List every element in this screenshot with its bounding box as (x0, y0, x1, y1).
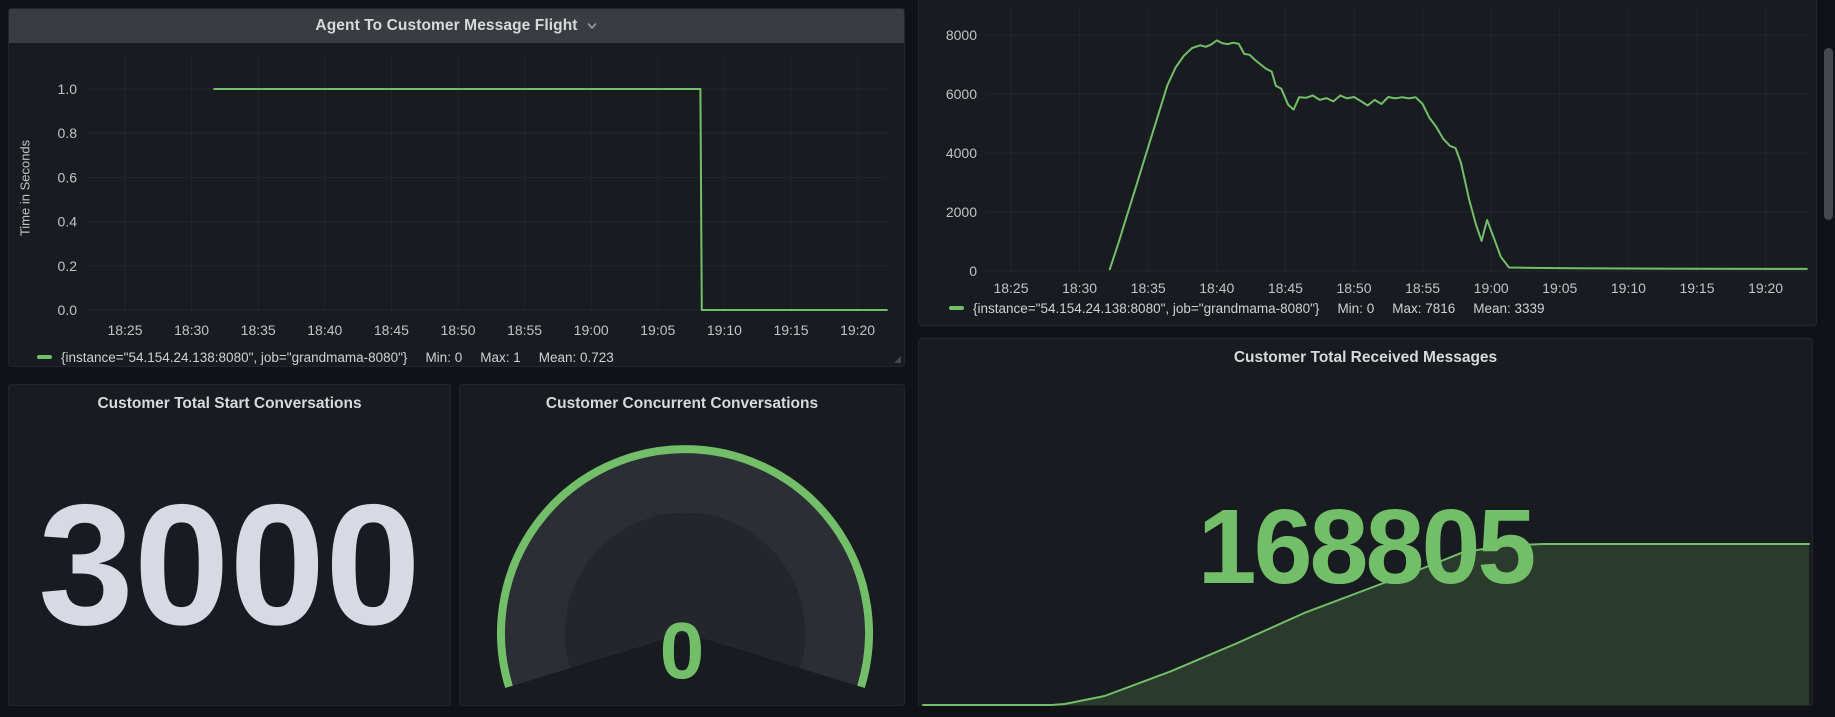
rate-chart-plot[interactable]: 18:25 18:30 18:35 18:40 18:45 18:50 18:55 19:00… (919, 0, 1818, 298)
panel-customer-total-received-messages: Customer Total Received Messages 168805 (918, 338, 1813, 706)
svg-text:0: 0 (969, 263, 977, 279)
svg-text:19:00: 19:00 (574, 322, 609, 338)
panel-customer-concurrent-conversations: Customer Concurrent Conversations 0 (459, 384, 905, 706)
svg-text:18:40: 18:40 (1199, 280, 1234, 296)
svg-text:19:10: 19:10 (1611, 280, 1646, 296)
panel-resize-handle[interactable] (894, 356, 901, 363)
panel-header-flight[interactable]: Agent To Customer Message Flight (9, 9, 904, 43)
svg-text:8000: 8000 (946, 27, 977, 43)
legend-series-name[interactable]: {instance="54.154.24.138:8080", job="gra… (973, 301, 1319, 316)
legend-max: Max: 7816 (1392, 301, 1455, 316)
svg-text:18:50: 18:50 (440, 322, 475, 338)
svg-text:0.4: 0.4 (58, 214, 78, 230)
svg-text:0.8: 0.8 (58, 125, 78, 141)
svg-text:18:40: 18:40 (307, 322, 342, 338)
svg-text:18:55: 18:55 (1405, 280, 1440, 296)
svg-text:0.6: 0.6 (58, 169, 78, 185)
svg-text:19:20: 19:20 (840, 322, 875, 338)
svg-text:18:35: 18:35 (1131, 280, 1166, 296)
svg-text:19:00: 19:00 (1474, 280, 1509, 296)
svg-text:2000: 2000 (946, 204, 977, 220)
svg-text:19:10: 19:10 (707, 322, 742, 338)
svg-text:6000: 6000 (946, 86, 977, 102)
grafana-dashboard: { "page": { "background": "#111217", "ac… (0, 0, 1835, 717)
legend-rate: {instance="54.154.24.138:8080", job="gra… (949, 300, 1545, 316)
panel-customer-total-start-conversations: Customer Total Start Conversations 3000 (8, 384, 451, 706)
svg-text:19:05: 19:05 (640, 322, 675, 338)
stat-value-received-messages: 168805 (919, 491, 1812, 603)
svg-text:18:30: 18:30 (1062, 280, 1097, 296)
svg-text:19:15: 19:15 (1679, 280, 1714, 296)
svg-text:19:20: 19:20 (1748, 280, 1783, 296)
panel-title[interactable]: Customer Total Start Conversations (9, 395, 450, 413)
panel-agent-to-customer-message-flight: Agent To Customer Message Flight Time in… (8, 8, 905, 367)
svg-text:1.0: 1.0 (58, 81, 78, 97)
svg-text:18:35: 18:35 (241, 322, 276, 338)
svg-text:18:55: 18:55 (507, 322, 542, 338)
svg-text:4000: 4000 (946, 145, 977, 161)
svg-text:19:15: 19:15 (773, 322, 808, 338)
legend-max: Max: 1 (480, 350, 521, 365)
svg-text:0.0: 0.0 (58, 302, 78, 318)
legend-min: Min: 0 (425, 350, 462, 365)
legend-mean: Mean: 3339 (1473, 301, 1544, 316)
svg-text:19:05: 19:05 (1542, 280, 1577, 296)
flight-chart-plot[interactable]: 18:25 18:30 18:35 18:40 18:45 18:50 18:55 19:00… (9, 43, 906, 349)
legend-series-name[interactable]: {instance="54.154.24.138:8080", job="gra… (61, 350, 407, 365)
svg-text:18:25: 18:25 (107, 322, 142, 338)
svg-text:0.2: 0.2 (58, 258, 78, 274)
gauge-value: 0 (460, 611, 904, 691)
page-title[interactable]: Agent To Customer Message Flight (315, 17, 577, 35)
svg-text:18:45: 18:45 (374, 322, 409, 338)
legend-color-swatch[interactable] (949, 306, 964, 310)
svg-text:18:45: 18:45 (1268, 280, 1303, 296)
legend-mean: Mean: 0.723 (539, 350, 614, 365)
svg-text:18:25: 18:25 (993, 280, 1028, 296)
chevron-down-icon[interactable] (586, 20, 598, 32)
legend-flight: {instance="54.154.24.138:8080", job="gra… (37, 349, 614, 365)
svg-text:18:50: 18:50 (1336, 280, 1371, 296)
svg-text:18:30: 18:30 (174, 322, 209, 338)
panel-message-rate: 18:25 18:30 18:35 18:40 18:45 18:50 18:55 19:00… (918, 0, 1817, 326)
legend-min: Min: 0 (1337, 301, 1374, 316)
stat-value-start-conversations: 3000 (9, 479, 450, 651)
legend-color-swatch[interactable] (37, 355, 52, 359)
scrollbar-thumb[interactable] (1824, 48, 1833, 220)
